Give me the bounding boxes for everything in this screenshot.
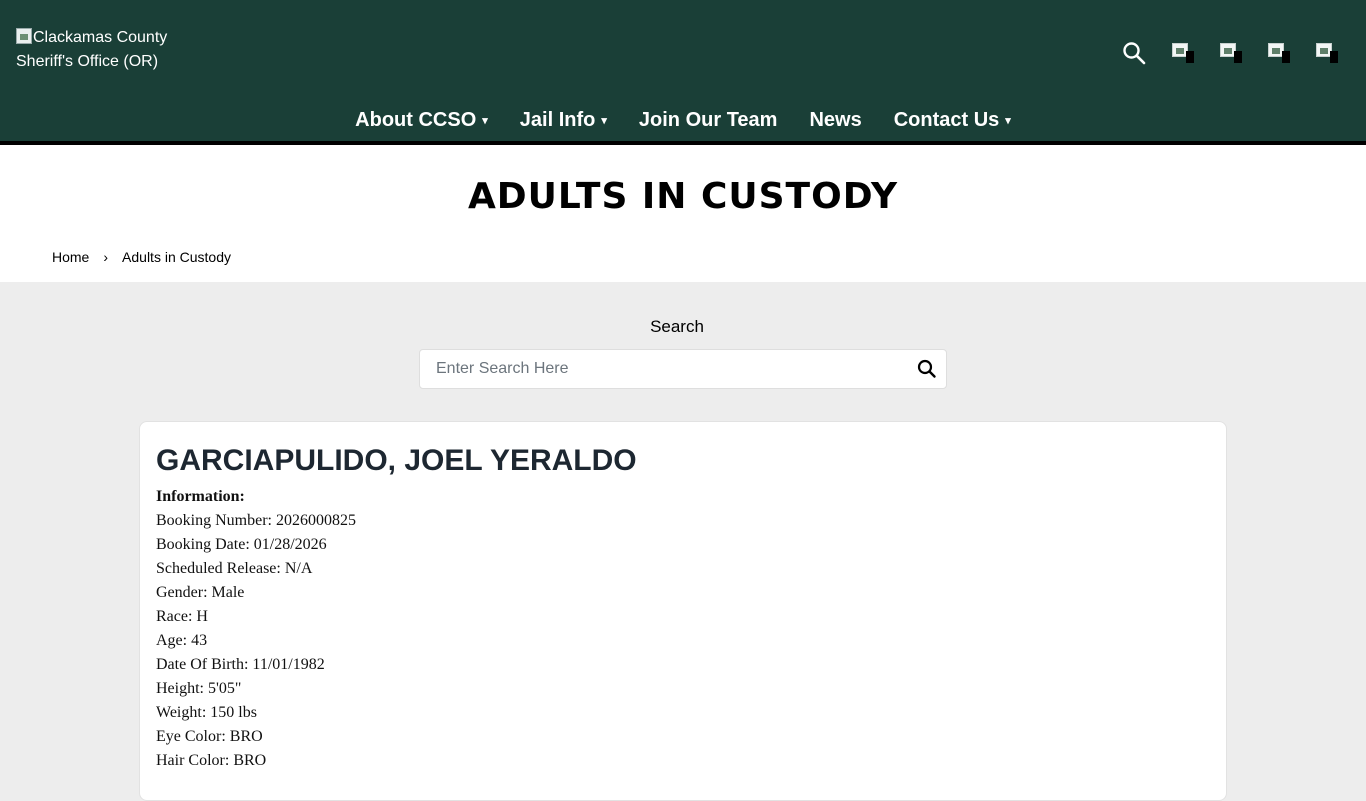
search-icon[interactable] [1122,41,1146,65]
search-input[interactable] [420,350,900,388]
info-race: Race: H [156,608,208,625]
header-icon-bar [1122,40,1338,66]
inmate-name: GARCIAPULIDO, JOEL YERALDO [156,444,637,477]
breadcrumb-home-link[interactable]: Home [52,249,89,265]
info-height: Height: 5'05" [156,680,242,697]
info-eye-color: Eye Color: BRO [156,728,263,745]
twitter-icon[interactable] [1220,43,1242,63]
nav-jail-label: Jail Info [519,108,596,131]
breadcrumb-separator-icon: › [103,249,109,265]
breadcrumb-current: Adults in Custody [122,249,231,265]
breadcrumb: Home › Adults in Custody [52,249,231,265]
search-box [419,349,947,389]
nav-item-news[interactable]: News [793,104,877,136]
info-gender: Gender: Male [156,584,245,601]
info-booking-number: Booking Number: 2026000825 [156,512,356,529]
nav-item-jail-info[interactable]: Jail Info ▾ [504,104,623,136]
nav-contact-label: Contact Us [893,108,1000,131]
nav-item-join-our-team[interactable]: Join Our Team [623,104,794,136]
nav-item-about[interactable]: About CCSO ▾ [339,104,504,136]
search-button-icon[interactable] [916,358,938,380]
broken-image-icon [16,28,32,44]
inmate-info: Information: Booking Number: 2026000825 … [156,485,356,773]
nav-item-contact[interactable]: Contact Us ▾ [878,104,1027,136]
info-weight: Weight: 150 lbs [156,704,257,721]
nav-news-label: News [809,108,862,131]
youtube-icon[interactable] [1316,43,1338,63]
chevron-down-icon: ▾ [482,114,488,127]
info-scheduled-release: Scheduled Release: N/A [156,560,313,577]
site-logo-link[interactable]: Clackamas County Sheriff's Office (OR) [16,26,186,74]
nav-about-label: About CCSO [355,108,477,131]
inmate-card: GARCIAPULIDO, JOEL YERALDO Information: … [139,421,1227,801]
search-label: Search [650,317,704,336]
info-booking-date: Booking Date: 01/28/2026 [156,536,327,553]
nav-join-label: Join Our Team [638,108,778,131]
info-hair-color: Hair Color: BRO [156,752,267,769]
chevron-down-icon: ▾ [601,114,607,127]
info-age: Age: 43 [156,632,208,649]
info-heading: Information: [156,488,245,505]
facebook-icon[interactable] [1172,43,1194,63]
site-header: Clackamas County Sheriff's Office (OR) A… [0,0,1366,141]
info-date-of-birth: Date Of Birth: 11/01/1982 [156,656,325,673]
instagram-icon[interactable] [1268,43,1290,63]
chevron-down-icon: ▾ [1005,114,1011,127]
page-title: ADULTS IN CUSTODY [467,176,899,217]
logo-alt-text: Clackamas County Sheriff's Office (OR) [16,29,168,70]
main-nav: About CCSO ▾ Jail Info ▾ Join Our Team N… [0,104,1366,136]
